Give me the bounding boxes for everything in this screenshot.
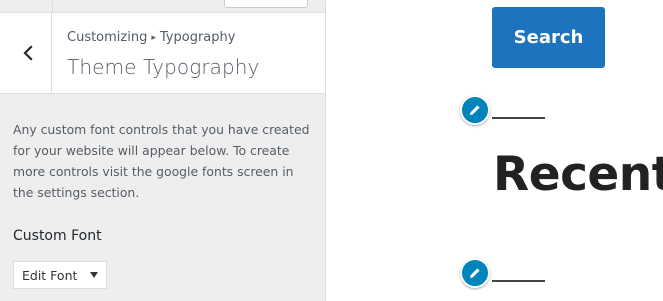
- back-button[interactable]: [0, 13, 52, 93]
- widget-title: Recent: [493, 147, 663, 202]
- title-underline: [492, 117, 545, 119]
- breadcrumb-typography: Typography: [159, 30, 236, 45]
- pencil-icon: [470, 268, 480, 278]
- breadcrumb-customizing: Customizing: [67, 30, 148, 45]
- select-value: Edit Font: [22, 267, 78, 283]
- panel-top-bar: [0, 0, 325, 13]
- chevron-left-icon: [22, 45, 33, 61]
- section-title: Theme Typography: [67, 55, 260, 79]
- title-underline: [492, 280, 545, 282]
- breadcrumb-separator: ▸: [151, 33, 156, 43]
- pencil-icon: [470, 105, 480, 115]
- site-preview: Search Recent: [326, 0, 663, 301]
- breadcrumb: Customizing ▸ Typography: [67, 30, 235, 45]
- top-bar-left-cell: [0, 0, 53, 12]
- edit-shortcut-button[interactable]: [460, 258, 490, 288]
- search-button[interactable]: Search: [492, 7, 605, 68]
- customizer-panel: Customizing ▸ Typography Theme Typography …: [0, 0, 326, 301]
- top-bar-button[interactable]: [224, 0, 308, 8]
- custom-font-label: Custom Font: [13, 228, 102, 244]
- edit-shortcut-button[interactable]: [460, 95, 490, 125]
- edit-font-select[interactable]: Edit Font: [13, 261, 107, 289]
- caret-down-icon: [90, 272, 98, 278]
- section-header: Customizing ▸ Typography Theme Typography: [0, 13, 325, 94]
- section-description: Any custom font controls that you have c…: [13, 122, 310, 200]
